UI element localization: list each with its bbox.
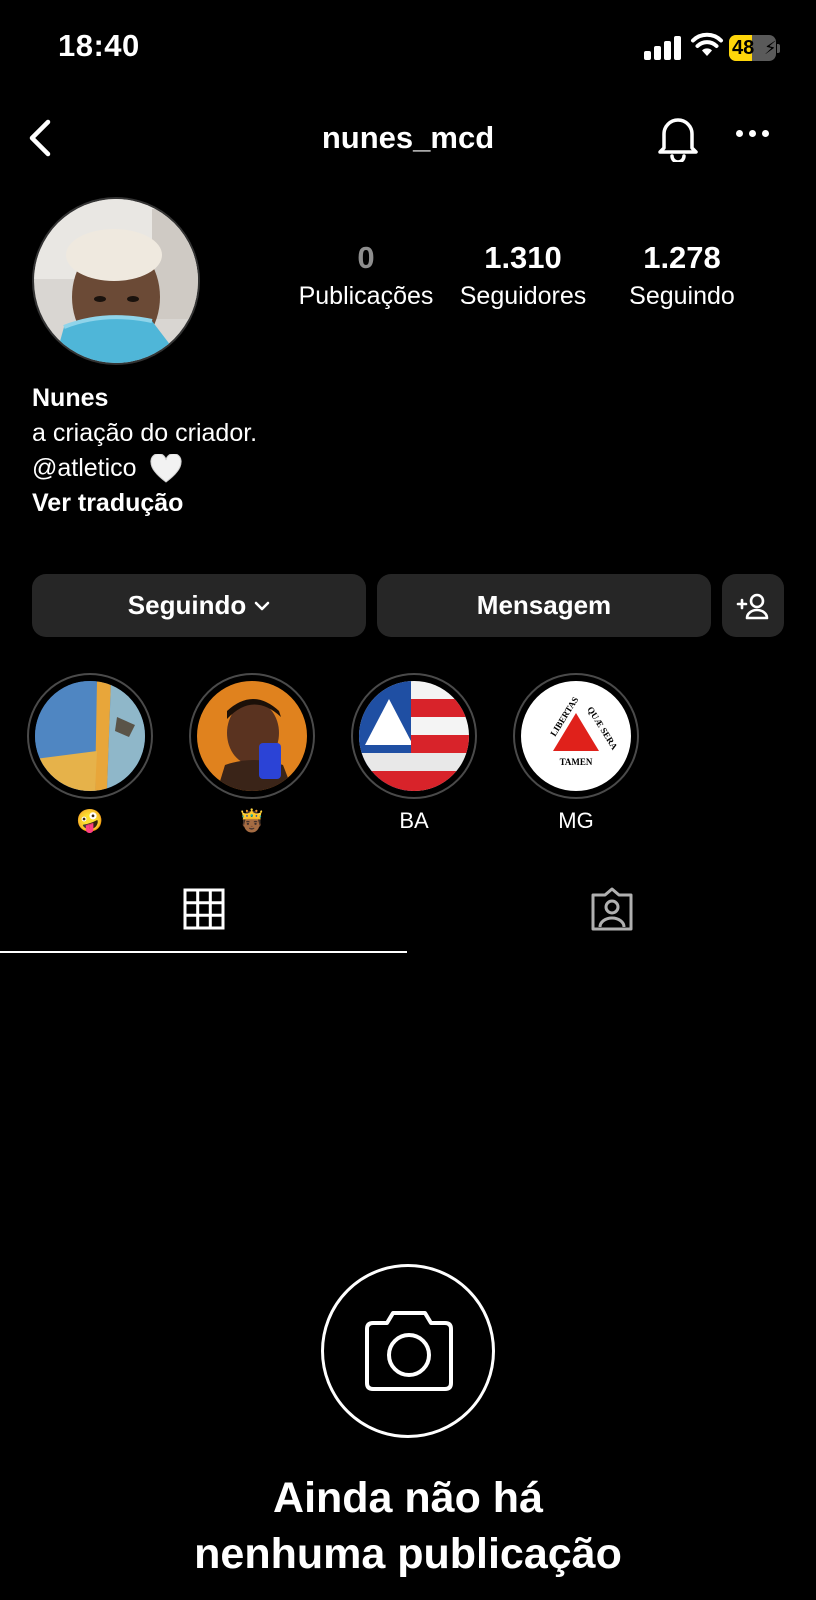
highlight-label: MG (558, 808, 594, 833)
stat-posts-label: Publicações (298, 282, 434, 310)
highlight-cover-selfie (197, 681, 307, 791)
status-bar: 18:40 48 ⚡ (0, 0, 816, 96)
stat-following-value: 1.278 (643, 240, 721, 275)
stat-following-label: Seguindo (629, 282, 735, 310)
bio-mention-link[interactable]: @atletico (32, 454, 137, 482)
profile-tabs (0, 875, 816, 955)
mg-flag-text-bottom: TAMEN (560, 757, 593, 767)
following-button-label: Seguindo (127, 590, 247, 620)
camera-icon (365, 1311, 453, 1391)
grid-icon (183, 888, 225, 930)
story-highlight[interactable]: 🤪 (27, 673, 153, 835)
profile-header: nunes_mcd (0, 100, 816, 180)
stat-followers-label: Seguidores (459, 282, 587, 310)
highlight-label: 🤪 (76, 808, 104, 833)
status-time: 18:40 (58, 28, 140, 63)
white-heart-icon (149, 454, 182, 484)
stat-posts[interactable]: 0 Publicações (286, 240, 446, 314)
message-button-label: Mensagem (476, 590, 612, 620)
cellular-signal-icon (644, 36, 682, 60)
bio-text: a criação do criador. (32, 419, 258, 447)
active-tab-indicator (0, 951, 407, 953)
highlight-cover-minas-flag: LIBERTAS QUÆ SERA TAMEN (521, 681, 631, 791)
profile-bio: Nunes a criação do criador. @atletico Ve… (32, 380, 732, 521)
more-horizontal-icon[interactable] (734, 130, 774, 144)
story-highlight[interactable]: BA (351, 673, 477, 835)
see-translation-link[interactable]: Ver tradução (32, 486, 732, 521)
stat-followers-value: 1.310 (484, 240, 562, 275)
following-button[interactable]: Seguindo (32, 574, 366, 637)
empty-state-title: Ainda não há nenhuma publicação (194, 1474, 622, 1578)
stat-followers[interactable]: 1.310 Seguidores (443, 240, 603, 314)
stat-following[interactable]: 1.278 Seguindo (602, 240, 762, 314)
add-user-button[interactable] (722, 574, 784, 637)
stat-posts-value: 0 (357, 240, 375, 275)
profile-avatar[interactable] (32, 197, 200, 365)
bell-icon[interactable] (656, 114, 700, 162)
message-button[interactable]: Mensagem (377, 574, 711, 637)
tab-tagged[interactable] (408, 875, 816, 955)
battery-charging-icon: 48 ⚡ (729, 35, 781, 61)
charging-bolt-icon: ⚡ (764, 38, 777, 58)
highlight-label: 🤴🏾 (238, 808, 266, 833)
wifi-icon (691, 32, 723, 56)
story-highlight[interactable]: LIBERTAS QUÆ SERA TAMEN MG (513, 673, 639, 835)
empty-state-camera (321, 1264, 495, 1438)
chevron-down-icon (254, 601, 270, 610)
highlight-label: BA (399, 808, 429, 833)
highlight-cover-beach (35, 681, 145, 791)
tab-posts-grid[interactable] (0, 875, 408, 955)
profile-name: Nunes (32, 384, 109, 412)
story-highlight[interactable]: 🤴🏾 (189, 673, 315, 835)
tagged-icon (591, 887, 633, 931)
highlight-cover-bahia-flag (359, 681, 469, 791)
add-user-icon (736, 593, 769, 619)
